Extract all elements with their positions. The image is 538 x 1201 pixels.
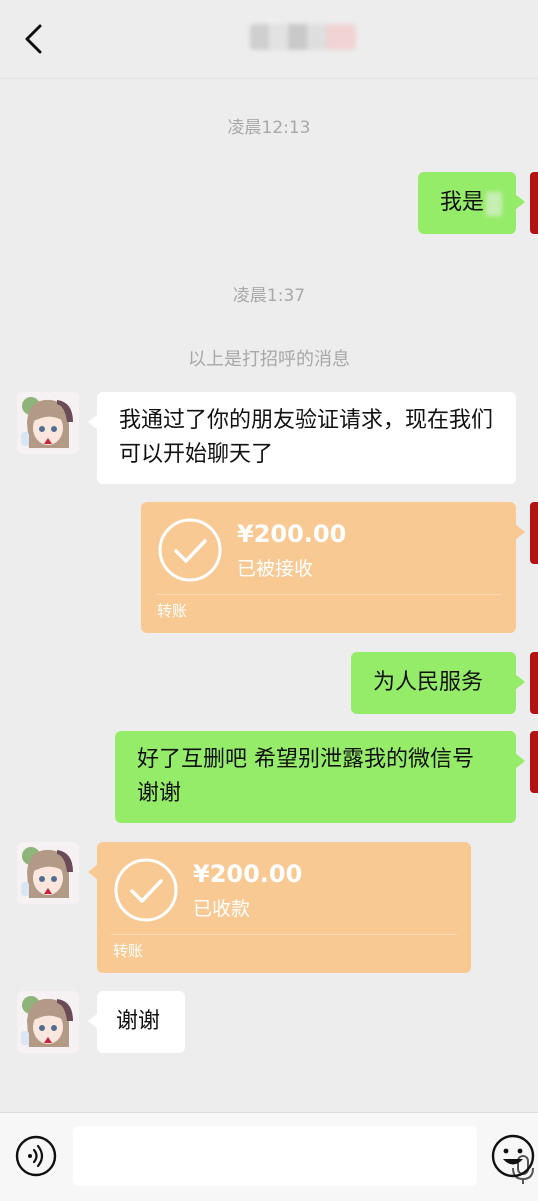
transfer-divider — [111, 934, 457, 935]
transfer-status: 已收款 — [193, 898, 251, 920]
input-bar — [0, 1112, 538, 1201]
avatar-friend[interactable] — [17, 991, 79, 1053]
chevron-left-icon[interactable] — [18, 22, 52, 56]
message-bubble-friend[interactable]: 谢谢 — [88, 991, 185, 1053]
transfer-amount: ¥200.00 — [237, 520, 347, 548]
contact-name-blurred — [250, 24, 356, 50]
transfer-status: 已被接收 — [237, 558, 314, 580]
header-divider — [0, 78, 538, 79]
chat-header — [0, 0, 538, 78]
anime-avatar-icon — [17, 842, 79, 904]
system-note: 以上是打招呼的消息 — [188, 349, 350, 370]
message-input[interactable] — [73, 1126, 534, 1186]
message-bubble-self[interactable]: 为人民服务 — [351, 652, 525, 714]
transfer-amount: ¥200.00 — [193, 860, 303, 888]
anime-avatar-icon — [17, 991, 79, 1053]
timestamp: 凌晨1:37 — [232, 286, 306, 306]
message-bubble-self[interactable]: 好了互删吧 希望别泄露我的微信号 谢谢 — [115, 731, 525, 823]
transfer-label: 转账 — [113, 942, 144, 960]
message-text: 为人民服务 — [373, 670, 484, 695]
emoji-icon[interactable] — [490, 1133, 536, 1179]
avatar-friend[interactable] — [17, 392, 79, 454]
check-circle-icon — [114, 858, 178, 922]
avatar-self[interactable] — [530, 731, 538, 793]
voice-icon[interactable] — [14, 1134, 58, 1178]
message-text: 好了互删吧 希望别泄露我的微信号 谢谢 — [137, 747, 474, 806]
avatar-friend[interactable] — [17, 842, 79, 904]
transfer-divider — [155, 594, 502, 595]
message-text: 我是 — [440, 190, 485, 215]
avatar-self[interactable] — [530, 172, 538, 234]
transfer-label: 转账 — [157, 602, 188, 620]
avatar-self[interactable] — [530, 502, 538, 564]
anime-avatar-icon — [17, 392, 79, 454]
message-bubble-friend[interactable]: 我通过了你的朋友验证请求，现在我们可以开始聊天了 — [88, 392, 516, 484]
transfer-card[interactable]: ¥200.00 已被接收 转账 — [141, 502, 525, 633]
message-bubble-self[interactable]: 我是 — [418, 172, 525, 234]
check-circle-icon — [158, 518, 222, 582]
message-text: 我通过了你的朋友验证请求，现在我们可以开始聊天了 — [119, 408, 494, 467]
message-text: 谢谢 — [116, 1009, 161, 1034]
timestamp: 凌晨12:13 — [227, 118, 311, 138]
avatar-self[interactable] — [530, 652, 538, 714]
blurred-text — [486, 192, 502, 216]
transfer-card[interactable]: ¥200.00 已收款 转账 — [88, 842, 471, 973]
